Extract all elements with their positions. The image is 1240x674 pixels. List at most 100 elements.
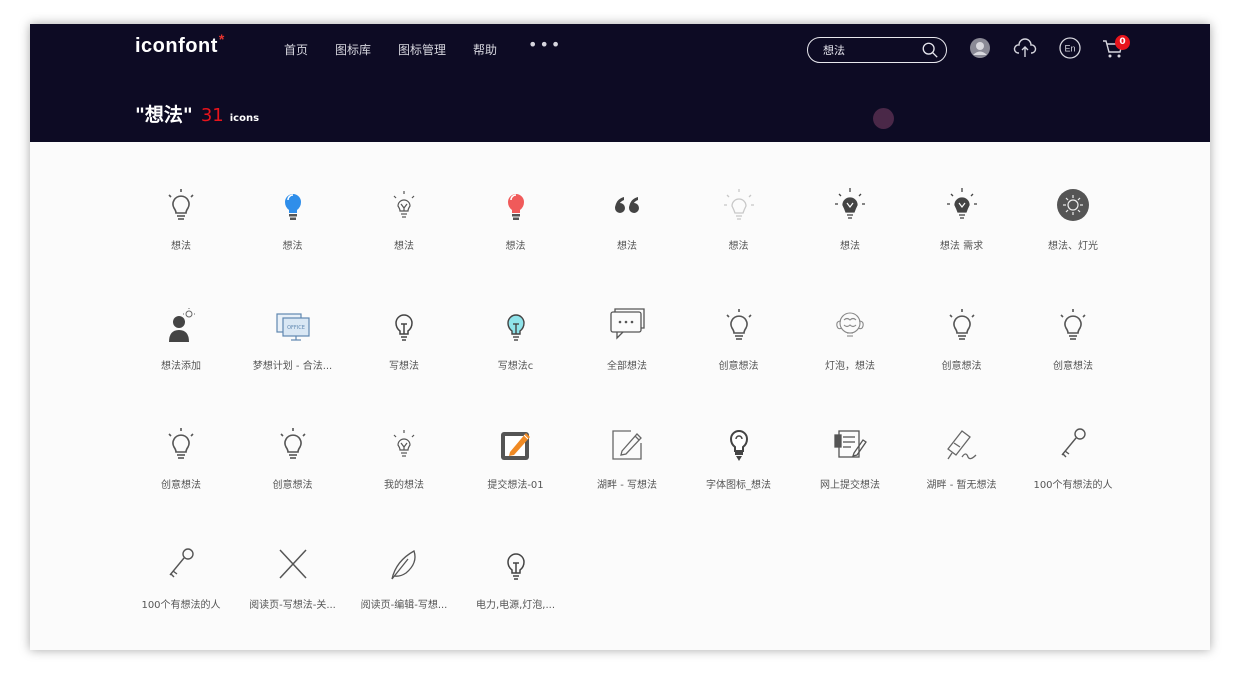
search-box[interactable]: 想法	[807, 37, 947, 63]
icon-card-label: 阅读页-写想法-关...	[249, 599, 336, 611]
icon-card[interactable]: 提交想法-01	[461, 423, 571, 503]
icon-card-label: 提交想法-01	[487, 480, 544, 491]
icon-card[interactable]: 创意想法	[1018, 304, 1128, 384]
icon-card-label: 创意想法	[272, 480, 313, 491]
nav-icon-library[interactable]: 图标库	[335, 41, 371, 58]
icon-card-label: 创意想法	[941, 360, 982, 372]
icon-card-label: 想法	[728, 241, 749, 252]
icon-card-label: 灯泡，想法	[825, 360, 875, 372]
icon-card-label: 100个有想法的人	[141, 599, 221, 611]
icon-card[interactable]: 我的想法	[349, 423, 459, 503]
bulb-icon	[395, 313, 413, 341]
logo-text: iconfont	[135, 35, 218, 57]
icon-card[interactable]: 100个有想法的人	[1018, 423, 1128, 503]
key-icon	[169, 547, 194, 577]
icon-card[interactable]: 想法	[349, 184, 459, 264]
icon-card-label: 电力,电源,灯泡,...	[475, 599, 556, 611]
icon-card[interactable]: 湖畔 - 暂无想法	[907, 423, 1017, 503]
icon-card[interactable]: 想法添加	[126, 304, 236, 384]
search-icon[interactable]	[921, 41, 939, 59]
icon-card[interactable]: 创意想法	[238, 423, 348, 503]
icon-card[interactable]: 阅读页-写想法-关...	[238, 543, 348, 623]
icon-card[interactable]: 写想法	[349, 304, 459, 384]
header: iconfont* 首页 图标库 图标管理 帮助 ••• 想法 En 0 "想法…	[30, 24, 1210, 142]
bulb-icon	[725, 308, 752, 340]
icon-card-label: 想法	[282, 241, 303, 252]
icon-card-label: 想法	[840, 241, 860, 252]
edit-icon	[500, 432, 530, 460]
icon-card-label: 100个有想法的人	[1033, 480, 1113, 491]
main-nav: 首页 图标库 图标管理 帮助	[284, 41, 524, 58]
icon-card-label: 想法	[394, 241, 414, 252]
app-window: iconfont* 首页 图标库 图标管理 帮助 ••• 想法 En 0 "想法…	[30, 24, 1210, 650]
icon-card-label: 湖畔 - 暂无想法	[926, 480, 997, 491]
icon-card-label: 想法、灯光	[1048, 241, 1098, 252]
quote-icon	[615, 197, 639, 213]
bulb-icon	[948, 308, 975, 340]
icon-card-label: 创意想法	[161, 480, 201, 491]
bulb-icon	[168, 189, 194, 220]
chat-icon	[610, 307, 645, 340]
icon-card-label: 想法	[505, 241, 526, 252]
icon-card[interactable]: 灯泡，想法	[795, 304, 905, 384]
icon-card[interactable]: 创意想法	[907, 304, 1017, 384]
bulb-icon	[279, 428, 306, 459]
bulb-icon	[506, 552, 525, 580]
icon-card[interactable]: 创意想法	[126, 423, 236, 503]
language-label: En	[1064, 44, 1075, 54]
avatar-icon[interactable]	[968, 36, 992, 60]
search-result-title: "想法" 31 icons	[135, 100, 259, 127]
search-input[interactable]: 想法	[823, 42, 845, 58]
language-icon[interactable]: En	[1058, 36, 1082, 60]
icon-card[interactable]: 想法	[238, 184, 348, 264]
more-menu-button[interactable]: •••	[528, 35, 562, 54]
person-idea-icon	[169, 307, 195, 342]
icon-card[interactable]: 全部想法	[572, 304, 682, 384]
icon-card[interactable]: 湖畔 - 写想法	[572, 423, 682, 503]
icon-card[interactable]: OFFICE 梦想计划 - 合法...	[238, 304, 348, 384]
result-unit: icons	[229, 113, 260, 124]
icon-card-label: 全部想法	[607, 360, 647, 372]
cart-count-badge: 0	[1115, 35, 1130, 50]
close-icon	[278, 548, 307, 579]
icon-card-label: 创意想法	[1053, 360, 1093, 372]
result-count: 31	[200, 105, 224, 126]
bulb-icon	[1060, 308, 1086, 340]
icon-card[interactable]: 100个有想法的人	[126, 543, 236, 623]
bulb-icon	[168, 428, 194, 459]
nav-home[interactable]: 首页	[284, 41, 308, 58]
key-icon	[1061, 428, 1086, 458]
icon-card-label: 我的想法	[384, 480, 424, 491]
nav-icon-management[interactable]: 图标管理	[398, 41, 446, 58]
icon-card[interactable]: 创意想法	[684, 304, 794, 384]
icon-card[interactable]: 电力,电源,灯泡,...	[461, 543, 571, 623]
edit-icon	[612, 430, 642, 460]
monitor-icon: OFFICE	[275, 312, 310, 341]
icon-card-label: 写想法	[389, 360, 419, 372]
icon-card-label: 字体图标_想法	[706, 480, 771, 491]
icon-card-label: 想法	[171, 241, 191, 252]
bulb-icon	[723, 189, 754, 220]
bulb-icon	[393, 430, 415, 457]
bulb-icon	[507, 194, 524, 220]
logo[interactable]: iconfont*	[135, 31, 225, 58]
icon-card[interactable]: 想法	[684, 184, 794, 264]
result-query: "想法"	[135, 104, 193, 126]
icon-card-label: 想法	[617, 241, 637, 252]
icon-card[interactable]: 网上提交想法	[795, 423, 905, 503]
icon-card[interactable]: 想法	[126, 184, 236, 264]
icon-card[interactable]: 想法 需求	[907, 184, 1017, 264]
cursor-indicator	[873, 108, 894, 129]
icon-card-label: 想法 需求	[939, 241, 984, 252]
icon-card-label: 写想法c	[497, 360, 534, 372]
upload-icon[interactable]	[1013, 36, 1037, 60]
logo-mark: *	[218, 31, 225, 47]
icon-card[interactable]: 字体图标_想法	[684, 423, 794, 503]
icon-card[interactable]: 想法	[572, 184, 682, 264]
icon-card[interactable]: 想法	[795, 184, 905, 264]
icon-card[interactable]: 想法、灯光	[1018, 184, 1128, 264]
icon-card[interactable]: 写想法c	[461, 304, 571, 384]
icon-card[interactable]: 想法	[461, 184, 571, 264]
icon-card[interactable]: 阅读页-编辑-写想...	[349, 543, 459, 623]
nav-help[interactable]: 帮助	[473, 41, 497, 58]
